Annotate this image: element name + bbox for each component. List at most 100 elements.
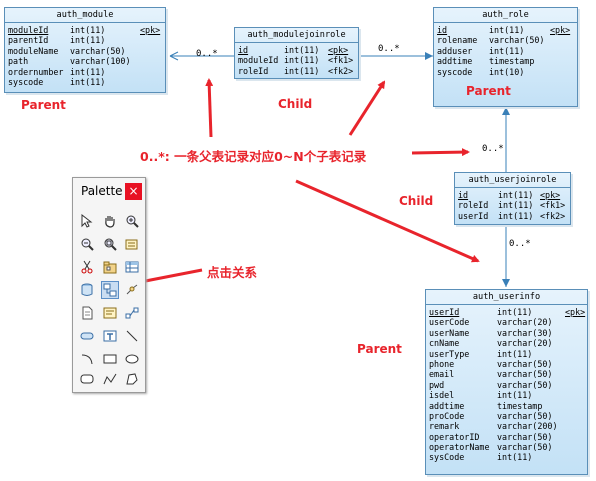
entity-auth-module[interactable]: auth_module moduleId int(11) <pk> parentId i… [4, 7, 166, 93]
column-row[interactable]: remark varchar(200) [429, 421, 584, 431]
column-list: id int(11) <pk> moduleId int(11) <fk1> roleId i… [235, 43, 358, 78]
cut-icon[interactable] [78, 258, 96, 276]
column-row[interactable]: syscode int(11) [8, 77, 162, 87]
column-type: int(11) [498, 190, 534, 200]
column-type: int(11) [70, 76, 106, 87]
column-row[interactable]: sysCode int(11) [429, 452, 584, 462]
package-icon[interactable] [101, 258, 119, 276]
column-name: addtime [429, 400, 465, 411]
column-row[interactable]: operatorName varchar(50) [429, 442, 584, 452]
line-icon[interactable] [123, 327, 141, 345]
properties-icon[interactable] [123, 235, 141, 253]
multiplicity-note: 0..*: 一条父表记录对应0~N个子表记录 [140, 149, 367, 164]
column-row[interactable]: roleId int(11) <fk1> [458, 200, 567, 210]
reference-line-role-2[interactable] [502, 107, 510, 174]
connector-icon[interactable] [123, 304, 141, 322]
reference-icon[interactable] [101, 281, 119, 299]
column-row[interactable]: moduleId int(11) <fk1> [238, 55, 355, 65]
column-row[interactable]: id int(11) <pk> [437, 25, 574, 35]
column-type: varchar(50) [489, 35, 545, 46]
column-row[interactable]: userCode varchar(20) [429, 317, 584, 327]
column-key: <pk> [540, 190, 561, 200]
column-row[interactable]: adduser int(11) [437, 46, 574, 56]
arc-icon[interactable] [78, 350, 96, 368]
zoom-in-icon[interactable] [123, 212, 141, 230]
column-row[interactable]: syscode int(10) [437, 67, 574, 77]
entity-auth-userinfo[interactable]: auth_userinfo userId int(11) <pk> userCode v… [425, 289, 588, 475]
column-type: varchar(20) [497, 338, 553, 349]
column-type: varchar(200) [497, 421, 558, 432]
close-icon[interactable]: × [125, 183, 142, 200]
polygon-icon[interactable] [123, 370, 141, 388]
zoom-out-icon[interactable] [78, 235, 96, 253]
column-name: isdel [429, 390, 455, 401]
column-type: int(11) [284, 65, 320, 76]
column-name: roleId [458, 200, 489, 211]
column-row[interactable]: ordernumber int(11) [8, 67, 162, 77]
polyline-icon[interactable] [101, 370, 119, 388]
column-name: operatorName [429, 442, 490, 453]
parent-label: Parent [21, 98, 66, 112]
column-row[interactable]: isdel int(11) [429, 390, 584, 400]
rectangle-icon[interactable] [101, 350, 119, 368]
column-row[interactable]: addtime timestamp [429, 401, 584, 411]
title-text-icon[interactable] [101, 327, 119, 345]
column-row[interactable]: userId int(11) <fk2> [458, 211, 567, 221]
column-name: remark [429, 421, 460, 432]
column-row[interactable]: userName varchar(30) [429, 328, 584, 338]
column-row[interactable]: roleId int(11) <fk2> [238, 66, 355, 76]
column-type: int(11) [70, 35, 106, 46]
view-icon[interactable] [78, 281, 96, 299]
reference-line-userinfo[interactable] [502, 224, 510, 287]
column-row[interactable]: phone varchar(50) [429, 359, 584, 369]
file-icon[interactable] [78, 304, 96, 322]
hand-icon[interactable] [101, 212, 119, 230]
column-list: id int(11) <pk> roleId int(11) <fk1> userId int… [455, 188, 570, 223]
parent-label: Parent [357, 342, 402, 356]
text-block-icon[interactable] [101, 304, 119, 322]
rounded-rect-icon[interactable] [78, 370, 96, 388]
column-row[interactable]: moduleName varchar(50) [8, 46, 162, 56]
column-name: parentId [8, 35, 49, 46]
column-row[interactable]: cnName varchar(20) [429, 338, 584, 348]
multiplicity-label: 0..* [482, 144, 504, 154]
child-label: Child [399, 194, 434, 208]
column-row[interactable]: proCode varchar(50) [429, 411, 584, 421]
column-row[interactable]: userType int(11) [429, 349, 584, 359]
column-row[interactable]: moduleId int(11) <pk> [8, 25, 162, 35]
zoom-fit-icon[interactable] [101, 235, 119, 253]
column-type: int(11) [498, 200, 534, 211]
column-type: int(11) [489, 45, 525, 56]
column-row[interactable]: pwd varchar(50) [429, 380, 584, 390]
column-type: timestamp [489, 56, 535, 67]
annotation-arrow-userjoinrole [411, 148, 470, 157]
entity-title: auth_module [5, 8, 165, 23]
palette-window[interactable]: Palette × [72, 177, 146, 393]
rounded-shape-icon[interactable] [78, 327, 96, 345]
column-row[interactable]: email varchar(50) [429, 369, 584, 379]
column-type: int(11) [497, 348, 533, 359]
column-name: userCode [429, 317, 470, 328]
column-type: varchar(100) [70, 56, 131, 67]
column-row[interactable]: path varchar(100) [8, 56, 162, 66]
column-row[interactable]: parentId int(11) [8, 35, 162, 45]
column-name: id [437, 25, 448, 35]
column-key: <pk> [328, 45, 349, 55]
entity-auth-userjoinrole[interactable]: auth_userjoinrole id int(11) <pk> roleId int… [454, 172, 571, 225]
table-icon[interactable] [123, 258, 141, 276]
column-row[interactable]: rolename varchar(50) [437, 35, 574, 45]
column-row[interactable]: operatorID varchar(50) [429, 432, 584, 442]
column-row[interactable]: id int(11) <pk> [238, 45, 355, 55]
entity-auth-modulejoinrole[interactable]: auth_modulejoinrole id int(11) <pk> moduleI… [234, 27, 359, 79]
column-name: pwd [429, 379, 445, 390]
column-type: int(11) [497, 390, 533, 401]
column-row[interactable]: id int(11) <pk> [458, 190, 567, 200]
column-type: varchar(50) [497, 358, 553, 369]
entity-title: auth_userinfo [426, 290, 587, 305]
ellipse-icon[interactable] [123, 350, 141, 368]
link-icon[interactable] [123, 281, 141, 299]
column-row[interactable]: userId int(11) <pk> [429, 307, 585, 317]
column-row[interactable]: addtime timestamp [437, 56, 574, 66]
pointer-icon[interactable] [78, 212, 96, 230]
column-name: rolename [437, 35, 478, 46]
